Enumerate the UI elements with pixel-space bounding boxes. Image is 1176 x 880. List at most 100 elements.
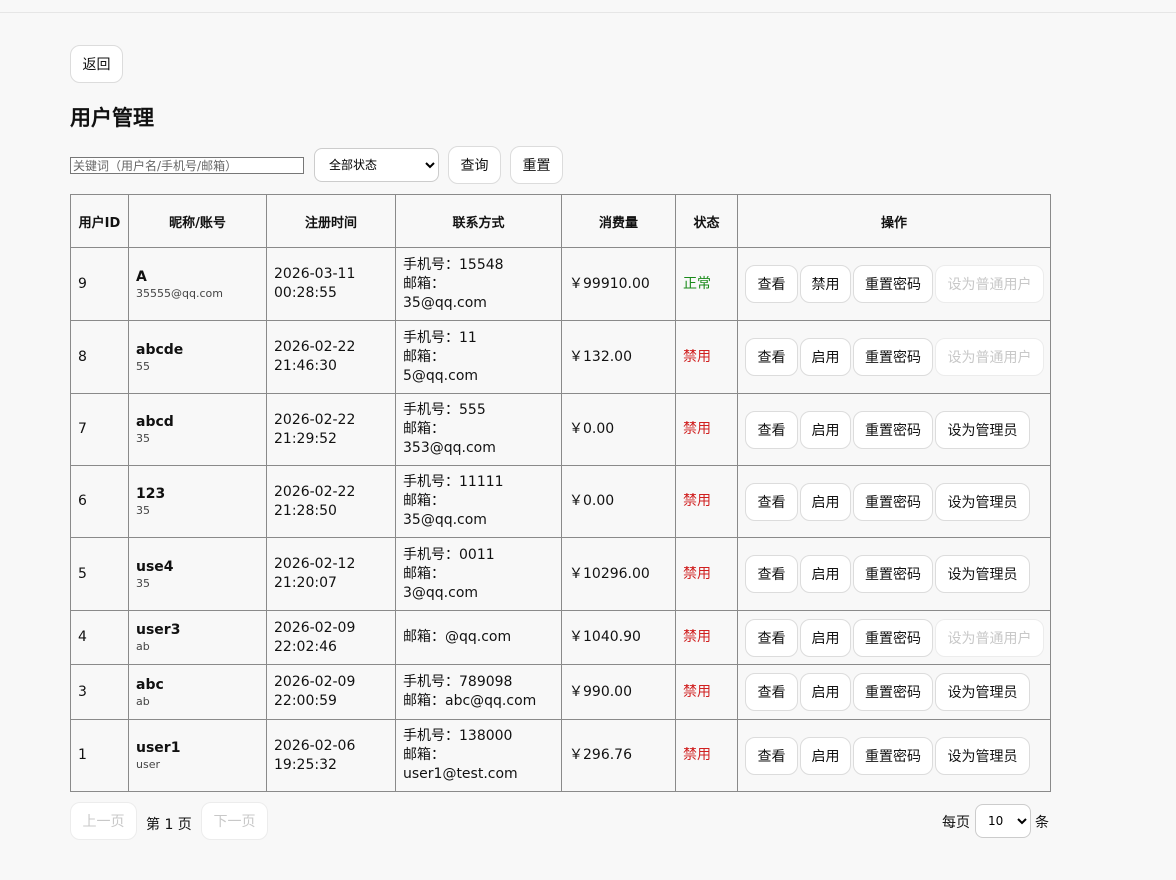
- reset-button[interactable]: 重置: [510, 146, 563, 184]
- status-badge: 禁用: [683, 629, 711, 645]
- cell-amount: ￥10296.00: [561, 537, 676, 611]
- cell-status: 禁用: [675, 393, 738, 466]
- set-role-button[interactable]: 设为管理员: [935, 736, 1030, 775]
- set-role-button[interactable]: 设为管理员: [935, 410, 1030, 449]
- register-time: 21:28:50: [274, 502, 337, 519]
- table-row: 7 abcd 35 2026-02-22 21:29:52 手机号：555 邮箱： 353@q…: [70, 393, 1051, 466]
- cell-status: 禁用: [675, 610, 738, 665]
- cell-contact: 手机号：15548 邮箱： 35@qq.com: [395, 247, 562, 321]
- account: 35555@qq.com: [136, 286, 223, 300]
- set-role-button[interactable]: 设为普通用户: [935, 618, 1044, 657]
- table-row: 8 abcde 55 2026-02-22 21:46:30 手机号：11 邮箱： 5@qq.…: [70, 320, 1051, 394]
- view-button[interactable]: 查看: [745, 410, 798, 449]
- email-label: 邮箱：: [403, 565, 445, 582]
- header-nickname: 昵称/账号: [128, 194, 267, 248]
- cell-user-id: 4: [70, 610, 129, 665]
- account: 35: [136, 432, 150, 445]
- reset-password-button[interactable]: 重置密码: [853, 736, 933, 775]
- reset-password-button[interactable]: 重置密码: [853, 618, 933, 657]
- phone-line: 手机号：138000: [403, 728, 513, 744]
- reset-password-button[interactable]: 重置密码: [853, 338, 933, 376]
- search-input[interactable]: [70, 157, 304, 174]
- email-value: 邮箱：abc@qq.com: [403, 693, 537, 709]
- reset-password-button[interactable]: 重置密码: [853, 482, 933, 521]
- toggle-status-button[interactable]: 启用: [800, 410, 851, 449]
- nickname: abcde: [136, 341, 184, 358]
- phone-line: 手机号：11111: [403, 474, 504, 490]
- table-header-row: 用户ID 昵称/账号 注册时间 联系方式 消费量 状态 操作: [70, 194, 1051, 248]
- view-button[interactable]: 查看: [745, 736, 798, 775]
- status-badge: 禁用: [683, 421, 711, 437]
- view-button[interactable]: 查看: [745, 482, 798, 521]
- phone-line: 手机号：15548: [403, 256, 504, 273]
- cell-nickname: A 35555@qq.com: [128, 247, 267, 321]
- account: 35: [136, 504, 150, 517]
- cell-register-time: 2026-02-22 21:46:30: [266, 320, 396, 394]
- cell-actions: 查看 启用 重置密码 设为管理员: [737, 393, 1051, 466]
- reset-password-button[interactable]: 重置密码: [853, 265, 933, 303]
- cell-user-id: 6: [70, 465, 129, 538]
- toggle-status-button[interactable]: 启用: [800, 555, 851, 593]
- cell-status: 禁用: [675, 664, 738, 720]
- nickname: A: [136, 268, 147, 285]
- view-button[interactable]: 查看: [745, 673, 798, 711]
- back-button[interactable]: 返回: [70, 45, 123, 83]
- cell-register-time: 2026-02-06 19:25:32: [266, 719, 396, 792]
- top-divider: [0, 12, 1176, 13]
- register-date: 2026-02-06: [274, 737, 356, 754]
- toggle-status-button[interactable]: 启用: [800, 736, 851, 775]
- table-row: 9 A 35555@qq.com 2026-03-11 00:28:55 手机号：1554…: [70, 247, 1051, 321]
- email-label: 邮箱：: [403, 493, 445, 509]
- toggle-status-button[interactable]: 启用: [800, 338, 851, 376]
- view-button[interactable]: 查看: [745, 338, 798, 376]
- per-page-select[interactable]: 10: [975, 804, 1031, 838]
- toggle-status-button[interactable]: 禁用: [800, 265, 851, 303]
- register-time: 21:29:52: [274, 430, 337, 447]
- nickname: user1: [136, 740, 181, 756]
- toggle-status-button[interactable]: 启用: [800, 482, 851, 521]
- status-badge: 禁用: [683, 683, 711, 700]
- set-role-button[interactable]: 设为普通用户: [935, 338, 1044, 376]
- status-filter-select[interactable]: 全部状态: [314, 148, 439, 182]
- register-time: 22:02:46: [274, 638, 337, 655]
- cell-actions: 查看 禁用 重置密码 设为普通用户: [737, 247, 1051, 321]
- cell-amount: ￥132.00: [561, 320, 676, 394]
- table-row: 3 abc ab 2026-02-09 22:00:59 手机号：789098 邮箱：abc…: [70, 664, 1051, 720]
- register-time: 21:20:07: [274, 575, 337, 591]
- cell-nickname: user1 user: [128, 719, 267, 792]
- cell-contact: 邮箱：@qq.com: [395, 610, 562, 665]
- table-row: 1 user1 user 2026-02-06 19:25:32 手机号：138000 邮箱…: [70, 719, 1051, 792]
- table-row: 6 123 35 2026-02-22 21:28:50 手机号：11111 邮箱： 35@q…: [70, 465, 1051, 538]
- cell-actions: 查看 启用 重置密码 设为普通用户: [737, 320, 1051, 394]
- toggle-status-button[interactable]: 启用: [800, 673, 851, 711]
- email-label: 邮箱：: [403, 421, 445, 437]
- cell-nickname: abc ab: [128, 664, 267, 720]
- reset-password-button[interactable]: 重置密码: [853, 410, 933, 449]
- view-button[interactable]: 查看: [745, 618, 798, 657]
- cell-nickname: use4 35: [128, 537, 267, 611]
- nickname: user3: [136, 622, 181, 638]
- view-button[interactable]: 查看: [745, 265, 798, 303]
- cell-user-id: 9: [70, 247, 129, 321]
- set-role-button[interactable]: 设为管理员: [935, 673, 1030, 711]
- email-label: 邮箱：: [403, 348, 445, 365]
- query-button[interactable]: 查询: [448, 146, 501, 184]
- set-role-button[interactable]: 设为管理员: [935, 482, 1030, 521]
- register-date: 2026-02-12: [274, 556, 356, 572]
- cell-user-id: 1: [70, 719, 129, 792]
- set-role-button[interactable]: 设为管理员: [935, 555, 1030, 593]
- account: ab: [136, 640, 150, 653]
- nickname: abc: [136, 676, 164, 693]
- reset-password-button[interactable]: 重置密码: [853, 673, 933, 711]
- cell-register-time: 2026-02-09 22:02:46: [266, 610, 396, 665]
- prev-page-button[interactable]: 上一页: [70, 802, 137, 840]
- view-button[interactable]: 查看: [745, 555, 798, 593]
- set-role-button[interactable]: 设为普通用户: [935, 265, 1044, 303]
- reset-password-button[interactable]: 重置密码: [853, 555, 933, 593]
- toggle-status-button[interactable]: 启用: [800, 618, 851, 657]
- next-page-button[interactable]: 下一页: [201, 802, 268, 840]
- email-value: 3@qq.com: [403, 584, 479, 601]
- per-page-label: 每页: [942, 815, 970, 831]
- register-date: 2026-02-22: [274, 411, 356, 428]
- cell-contact: 手机号：789098 邮箱：abc@qq.com: [395, 664, 562, 720]
